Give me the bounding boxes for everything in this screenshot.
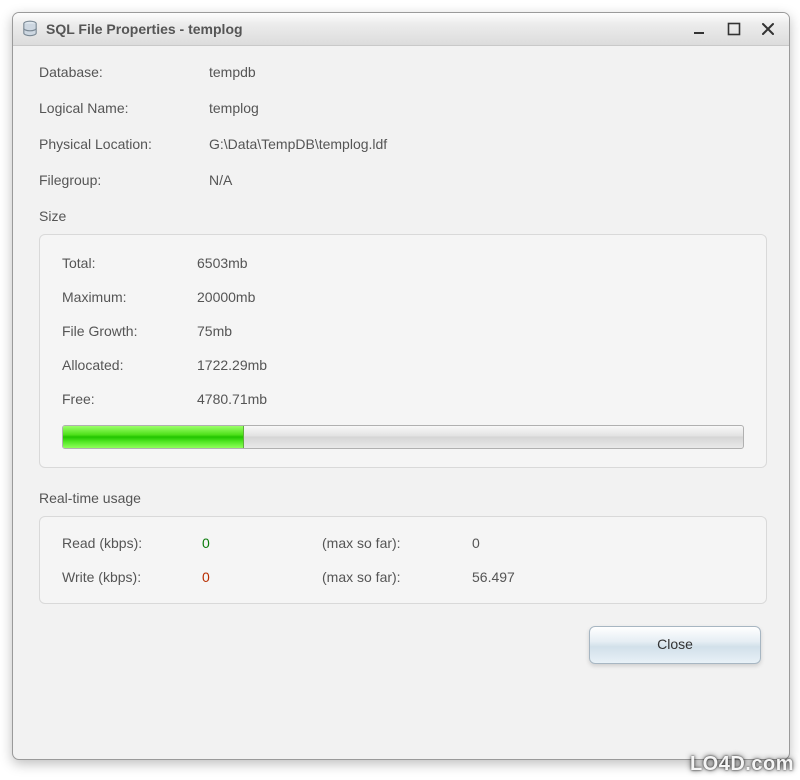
write-label: Write (kbps): <box>62 569 202 585</box>
logical-name-label: Logical Name: <box>39 100 209 116</box>
size-section-label: Size <box>39 208 767 224</box>
allocation-progress-fill <box>63 426 244 448</box>
read-value: 0 <box>202 535 322 551</box>
allocation-progress-bar <box>62 425 744 449</box>
write-max-label: (max so far): <box>322 569 472 585</box>
size-panel: Total: 6503mb Maximum: 20000mb File Grow… <box>39 234 767 468</box>
minimize-button[interactable] <box>691 20 709 38</box>
size-maximum-value: 20000mb <box>197 289 255 305</box>
read-label: Read (kbps): <box>62 535 202 551</box>
size-file-growth-value: 75mb <box>197 323 232 339</box>
size-allocated-label: Allocated: <box>62 357 197 373</box>
maximize-button[interactable] <box>725 20 743 38</box>
size-maximum-label: Maximum: <box>62 289 197 305</box>
read-max-value: 0 <box>472 535 480 551</box>
size-total-label: Total: <box>62 255 197 271</box>
physical-location-label: Physical Location: <box>39 136 209 152</box>
window: SQL File Properties - templog Database: … <box>12 12 790 760</box>
window-title: SQL File Properties - templog <box>46 21 691 37</box>
database-label: Database: <box>39 64 209 80</box>
filegroup-value: N/A <box>209 172 767 188</box>
client-area: Database: tempdb Logical Name: templog P… <box>13 46 789 682</box>
realtime-section-label: Real-time usage <box>39 490 767 506</box>
database-icon <box>21 20 39 38</box>
size-total-value: 6503mb <box>197 255 248 271</box>
titlebar[interactable]: SQL File Properties - templog <box>13 13 789 46</box>
database-value: tempdb <box>209 64 767 80</box>
realtime-panel: Read (kbps): 0 (max so far): 0 Write (kb… <box>39 516 767 604</box>
close-window-button[interactable] <box>759 20 777 38</box>
filegroup-label: Filegroup: <box>39 172 209 188</box>
write-max-value: 56.497 <box>472 569 515 585</box>
size-allocated-value: 1722.29mb <box>197 357 267 373</box>
size-file-growth-label: File Growth: <box>62 323 197 339</box>
physical-location-value: G:\Data\TempDB\templog.ldf <box>209 136 767 152</box>
write-value: 0 <box>202 569 322 585</box>
logical-name-value: templog <box>209 100 767 116</box>
size-free-value: 4780.71mb <box>197 391 267 407</box>
close-button[interactable]: Close <box>589 626 761 664</box>
read-max-label: (max so far): <box>322 535 472 551</box>
size-free-label: Free: <box>62 391 197 407</box>
